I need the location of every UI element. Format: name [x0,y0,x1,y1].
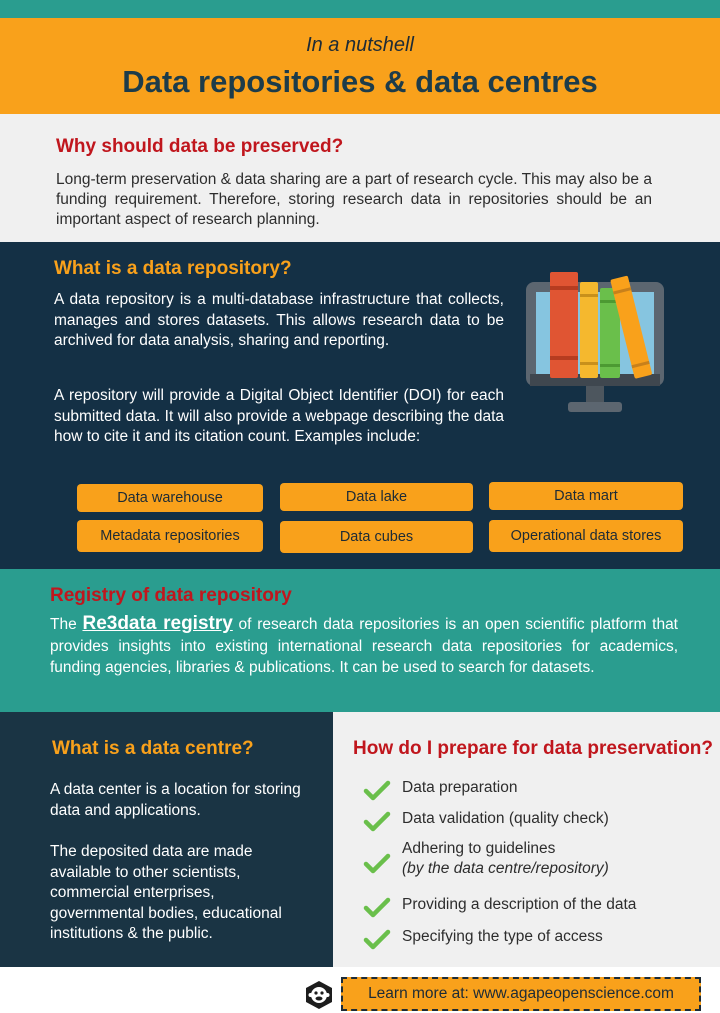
data-centre-section: What is a data centre? A data center is … [0,712,333,967]
checkmark-icon [363,929,391,950]
centre-para-2: The deposited data are made available to… [50,843,282,942]
registry-section: Registry of data repository The Re3data … [0,569,720,712]
page-subtitle: In a nutshell [306,34,414,56]
preparation-section: How do I prepare for data preservation? … [333,712,720,967]
prepare-heading: How do I prepare for data preservation? [353,738,714,759]
step-label: Data preparation [402,779,518,796]
registry-heading: Registry of data repository [50,585,292,606]
checkmark-icon [363,811,391,832]
why-text: Long-term preservation & data sharing ar… [56,171,652,228]
checkmark-icon [363,780,391,801]
example-pill: Operational data stores [489,520,683,552]
step-item: Specifying the type of access [363,927,713,951]
page-header: In a nutshell Data repositories & data c… [0,18,720,114]
step-item: Data preparation [363,778,713,802]
page-title: Data repositories & data centres [122,64,598,99]
registry-text: The Re3data registry of research data re… [50,613,678,679]
step-label: Providing a description of the data [402,896,637,913]
why-heading: Why should data be preserved? [56,136,344,157]
re3data-link[interactable]: Re3data registry [82,613,232,634]
repository-para-1: A data repository is a multi-database in… [54,291,504,349]
step-item: Data validation (quality check) [363,809,713,833]
step-item: Adhering to guidelines (by the data cent… [363,839,713,883]
step-label: Adhering to guidelines [402,840,556,857]
books-on-monitor-icon [526,272,664,412]
step-label: Specifying the type of access [402,928,603,945]
step-note: (by the data centre/repository) [402,860,609,877]
top-accent-bar [0,0,720,18]
step-item: Providing a description of the data [363,895,713,919]
example-pill: Metadata repositories [77,520,263,552]
checkmark-icon [363,897,391,918]
example-pill: Data mart [489,482,683,510]
checkmark-icon [363,853,391,874]
registry-prefix: The [50,616,77,633]
example-pill: Data warehouse [77,484,263,512]
repository-section: What is a data repository? A data reposi… [0,242,720,569]
learn-more-link[interactable]: Learn more at: www.agapeopenscience.com [341,977,701,1011]
centre-heading: What is a data centre? [52,738,254,759]
centre-para-1: A data center is a location for storing … [50,781,301,819]
monkey-logo-icon [306,981,332,1009]
repository-heading: What is a data repository? [54,258,292,279]
why-section: Why should data be preserved? Long-term … [0,114,720,242]
example-pill: Data lake [280,483,473,511]
repository-para-2: A repository will provide a Digital Obje… [54,387,504,445]
step-label: Data validation (quality check) [402,810,609,827]
example-pill: Data cubes [280,521,473,553]
